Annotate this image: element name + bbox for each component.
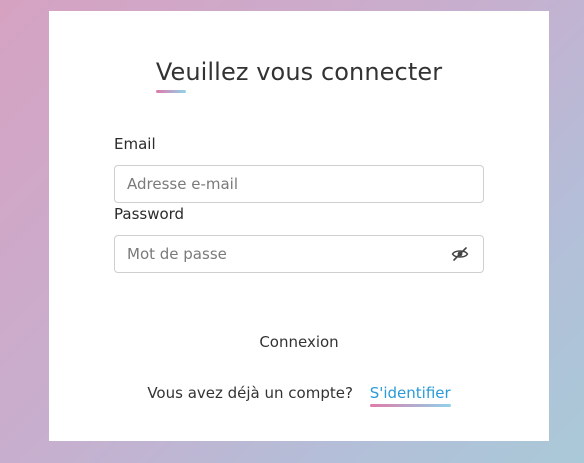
password-label: Password — [114, 205, 185, 223]
signin-link-label: S'identifier — [369, 384, 451, 402]
page-title: Veuillez vous connecter — [155, 58, 443, 86]
signin-link[interactable]: S'identifier — [369, 384, 451, 407]
password-field-container — [114, 235, 484, 273]
email-field[interactable] — [115, 166, 427, 202]
login-card: Veuillez vous connecter Email Password C… — [49, 11, 549, 441]
signin-prompt: Vous avez déjà un compte? S'identifier — [49, 384, 549, 407]
connexion-button[interactable]: Connexion — [229, 327, 369, 357]
password-field[interactable] — [115, 236, 427, 272]
email-field-container — [114, 165, 484, 203]
title-accent-underline — [156, 90, 186, 93]
signin-prompt-text: Vous avez déjà un compte? — [147, 384, 353, 402]
eye-slash-icon[interactable] — [451, 246, 469, 262]
link-accent-underline — [369, 404, 451, 407]
email-label: Email — [114, 135, 156, 153]
